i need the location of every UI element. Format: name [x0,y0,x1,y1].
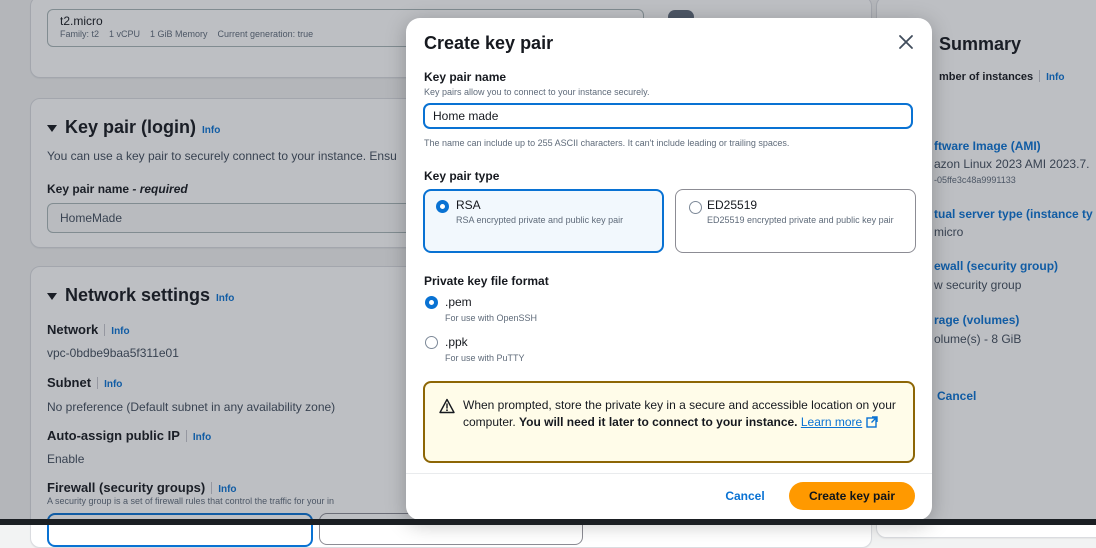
learn-more-link[interactable]: Learn more [801,415,862,429]
key-pair-type-label: Key pair type [424,169,500,183]
format-ppk-title: .ppk [445,335,468,349]
format-pem-title: .pem [445,295,472,309]
warning-text: When prompted, store the private key in … [463,397,903,433]
key-type-rsa-title: RSA [456,198,481,212]
radio-unselected-icon[interactable] [689,201,702,214]
create-key-pair-modal: Create key pair Key pair name Key pairs … [406,18,932,520]
create-key-pair-button[interactable]: Create key pair [789,482,915,510]
key-type-ed25519-tile[interactable]: ED25519 ED25519 encrypted private and pu… [675,189,916,253]
private-key-format-label: Private key file format [424,274,549,288]
radio-selected-icon[interactable] [425,296,438,309]
external-link-icon [865,416,878,433]
radio-selected-icon[interactable] [436,200,449,213]
key-type-ed25519-desc: ED25519 encrypted private and public key… [707,215,894,225]
taskbar [0,519,1096,525]
key-type-rsa-desc: RSA encrypted private and public key pai… [456,215,624,225]
warning-icon [439,398,455,414]
close-icon[interactable] [894,30,918,54]
radio-unselected-icon[interactable] [425,336,438,349]
format-ppk-option[interactable]: .ppk For use with PuTTY [423,334,643,368]
key-pair-name-label: Key pair name [424,70,507,84]
modal-title: Create key pair [424,33,554,53]
key-type-rsa-tile[interactable]: RSA RSA encrypted private and public key… [423,189,664,253]
private-key-warning-alert: When prompted, store the private key in … [423,381,915,463]
key-pair-name-hint: The name can include up to 255 ASCII cha… [424,138,790,148]
cancel-button[interactable]: Cancel [710,484,780,508]
format-pem-option[interactable]: .pem For use with OpenSSH [423,294,643,328]
key-pair-name-description: Key pairs allow you to connect to your i… [424,87,650,97]
key-pair-name-input[interactable] [423,103,913,129]
key-type-ed25519-title: ED25519 [707,198,758,212]
format-pem-desc: For use with OpenSSH [445,313,538,323]
modal-footer-divider [406,473,932,474]
format-ppk-desc: For use with PuTTY [445,353,525,363]
